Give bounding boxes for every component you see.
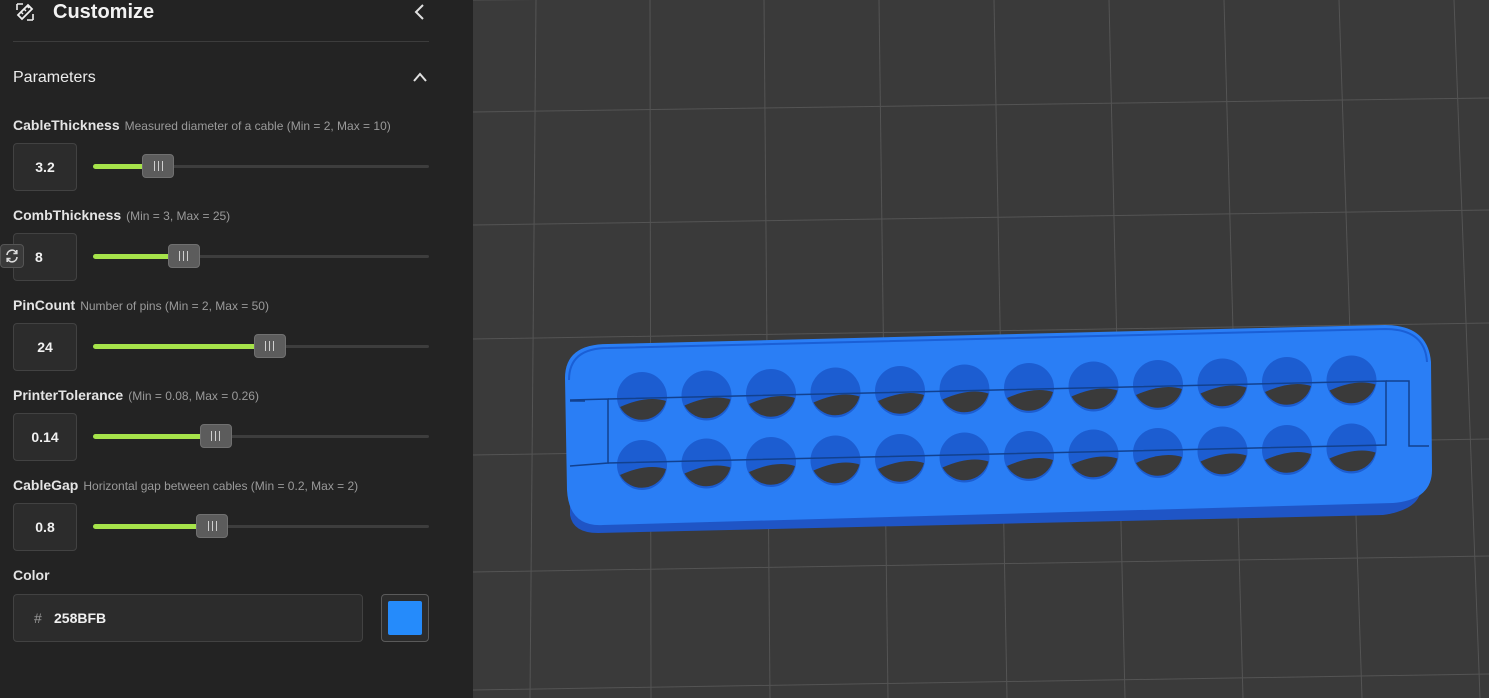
printer-tolerance-input[interactable]: 0.14 <box>13 413 77 461</box>
slider-thumb[interactable] <box>253 334 286 358</box>
cable-thickness-input[interactable]: 3.2 <box>13 143 77 191</box>
chevron-left-icon[interactable] <box>413 3 427 21</box>
slider-fill <box>93 524 213 529</box>
color-hex-value: 258BFB <box>54 610 107 626</box>
comb-thickness-slider[interactable] <box>93 244 429 268</box>
slider-fill <box>93 434 216 439</box>
color-picker-button[interactable] <box>381 594 429 642</box>
param-pin-count: PinCount Number of pins (Min = 2, Max = 5… <box>13 297 431 377</box>
cable-gap-input[interactable]: 0.8 <box>13 503 77 551</box>
slider-thumb[interactable] <box>142 154 175 178</box>
viewport-canvas[interactable] <box>472 0 1489 698</box>
chevron-up-icon[interactable] <box>413 71 427 83</box>
param-description: (Min = 3, Max = 25) <box>126 209 231 223</box>
color-hex-input[interactable]: # 258BFB <box>13 594 363 642</box>
slider-thumb[interactable] <box>199 424 232 448</box>
customize-icon <box>16 3 34 21</box>
customizer-panel: Customize Parameters CableThickness Measu… <box>0 0 473 698</box>
section-label: Parameters <box>13 69 96 86</box>
cable-comb-model[interactable] <box>565 325 1432 533</box>
slider-thumb[interactable] <box>167 244 200 268</box>
hash-prefix: # <box>34 610 42 626</box>
color-label: Color <box>13 567 50 583</box>
param-description: Horizontal gap between cables (Min = 0.2… <box>83 479 359 493</box>
param-cable-thickness: CableThickness Measured diameter of a cab… <box>13 117 431 197</box>
reset-icon[interactable] <box>0 244 24 268</box>
param-label: CableGap Horizontal gap between cables (M… <box>13 477 359 493</box>
param-description: Number of pins (Min = 2, Max = 50) <box>80 299 269 313</box>
pin-count-input[interactable]: 24 <box>13 323 77 371</box>
param-label: CombThickness (Min = 3, Max = 25) <box>13 207 231 223</box>
slider-fill <box>93 344 270 349</box>
param-label: CableThickness Measured diameter of a cab… <box>13 117 391 133</box>
pin-count-slider[interactable] <box>93 334 429 358</box>
param-description: Measured diameter of a cable (Min = 2, M… <box>124 119 391 133</box>
param-printer-tolerance: PrinterTolerance (Min = 0.08, Max = 0.26)… <box>13 387 431 467</box>
color-swatch <box>388 601 422 635</box>
param-comb-thickness: CombThickness (Min = 3, Max = 25) 8 <box>0 207 431 287</box>
param-cable-gap: CableGap Horizontal gap between cables (M… <box>13 477 431 557</box>
panel-header: Customize <box>13 0 429 42</box>
param-description: (Min = 0.08, Max = 0.26) <box>128 389 259 403</box>
slider-thumb[interactable] <box>196 514 229 538</box>
param-label: PinCount Number of pins (Min = 2, Max = 5… <box>13 297 269 313</box>
cable-thickness-slider[interactable] <box>93 154 429 178</box>
printer-tolerance-slider[interactable] <box>93 424 429 448</box>
parameters-section-header[interactable]: Parameters <box>13 66 429 92</box>
param-label: PrinterTolerance (Min = 0.08, Max = 0.26) <box>13 387 259 403</box>
3d-viewport[interactable] <box>472 0 1489 698</box>
cable-gap-slider[interactable] <box>93 514 429 538</box>
panel-title: Customize <box>53 1 155 23</box>
